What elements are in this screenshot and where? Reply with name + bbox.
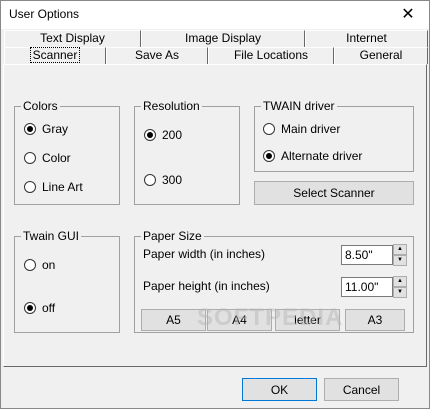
tab-save-as[interactable]: Save As [106,47,208,64]
paper-width-input[interactable]: 8.50" [341,245,393,265]
radio-gui-off[interactable]: off [24,300,55,316]
spin-up-icon[interactable]: ▲ [393,276,407,287]
radio-gui-on[interactable]: on [24,257,55,273]
twain-driver-group: TWAIN driver Main driver Alternate drive… [254,99,414,172]
radio-alternate-driver[interactable]: Alternate driver [263,148,362,164]
radio-line-art-indicator [24,181,36,193]
tab-general[interactable]: General [334,47,428,64]
radio-color[interactable]: Color [24,150,71,166]
ok-button[interactable]: OK [242,378,317,401]
cancel-button[interactable]: Cancel [324,378,399,401]
resolution-group-title: Resolution [141,99,202,113]
twain-gui-group-title: Twain GUI [21,229,82,243]
radio-alternate-driver-indicator [263,150,275,162]
tab-row-front: Scanner Save As File Locations General [4,47,428,65]
title-bar: User Options ✕ [1,1,429,29]
close-icon[interactable]: ✕ [387,1,429,29]
spin-up-icon[interactable]: ▲ [393,244,407,255]
twain-driver-group-title: TWAIN driver [261,99,337,113]
radio-gray[interactable]: Gray [24,121,68,137]
tab-image-display[interactable]: Image Display [141,30,305,47]
preset-a4-button[interactable]: A4 [207,309,272,331]
radio-res-200[interactable]: 200 [144,127,182,143]
tab-file-locations[interactable]: File Locations [208,47,334,64]
preset-a5-button[interactable]: A5 [141,309,206,331]
paper-width-spinner: ▲ ▼ [393,244,407,266]
tab-row-back: Text Display Image Display Internet [4,30,428,47]
radio-gui-off-indicator [24,302,36,314]
radio-res-300-indicator [144,174,156,186]
spin-down-icon[interactable]: ▼ [393,255,407,266]
resolution-group: Resolution 200 300 [134,99,240,205]
user-options-dialog: User Options ✕ Text Display Image Displa… [0,0,430,409]
colors-group: Colors Gray Color Line Art [14,99,120,205]
paper-size-group-title: Paper Size [141,229,204,243]
paper-height-input[interactable]: 11.00" [341,277,393,297]
twain-gui-group: Twain GUI on off [14,229,120,333]
paper-width-label: Paper width (in inches) [143,247,266,261]
radio-res-300[interactable]: 300 [144,172,182,188]
radio-main-driver-indicator [263,123,275,135]
tab-internet[interactable]: Internet [305,30,428,47]
tab-scanner[interactable]: Scanner [4,47,106,65]
radio-gray-indicator [24,123,36,135]
select-scanner-button[interactable]: Select Scanner [254,181,414,205]
spin-down-icon[interactable]: ▼ [393,287,407,298]
paper-height-label: Paper height (in inches) [143,279,270,293]
paper-height-spinner: ▲ ▼ [393,276,407,298]
radio-gui-on-indicator [24,259,36,271]
colors-group-title: Colors [21,99,60,113]
tab-text-display[interactable]: Text Display [4,30,141,47]
radio-res-200-indicator [144,129,156,141]
preset-letter-button[interactable]: letter [275,309,340,331]
radio-color-indicator [24,152,36,164]
radio-line-art[interactable]: Line Art [24,179,83,195]
preset-a3-button[interactable]: A3 [345,309,405,331]
radio-main-driver[interactable]: Main driver [263,121,340,137]
window-title: User Options [9,7,80,21]
